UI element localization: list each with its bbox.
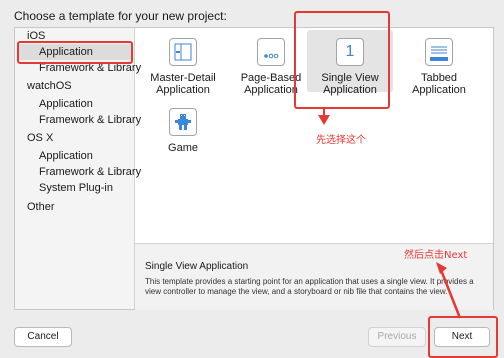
sidebar-item-ios-framework-library[interactable]: Framework & Library [15, 60, 141, 76]
single-view-icon: 1 [336, 38, 364, 66]
sidebar-item-watchos-framework-library[interactable]: Framework & Library [15, 112, 141, 128]
template-label-line2: Application [323, 84, 377, 96]
template-label-line1: Single View [321, 72, 379, 84]
dialog-heading: Choose a template for your new project: [14, 9, 227, 23]
page-based-icon [257, 38, 285, 66]
sidebar-group-other[interactable]: Other [15, 199, 55, 215]
template-page-based[interactable]: Page-Based Application [231, 38, 311, 96]
platform-sidebar: iOS Application Framework & Library watc… [15, 28, 141, 309]
previous-button[interactable]: Previous [368, 327, 426, 347]
template-game[interactable]: Game [143, 108, 223, 154]
template-label-line2: Application [244, 84, 298, 96]
single-view-icon-glyph: 1 [345, 43, 355, 60]
master-detail-icon [169, 38, 197, 66]
game-icon [169, 108, 197, 136]
description-title: Single View Application [145, 261, 249, 272]
template-label-line1: Page-Based [240, 72, 302, 84]
sidebar-group-osx: OS X [27, 132, 54, 144]
template-chooser-panel: iOS Application Framework & Library watc… [14, 27, 494, 310]
template-tabbed[interactable]: Tabbed Application [399, 38, 479, 96]
template-label-line1: Master-Detail [150, 72, 216, 84]
cancel-button[interactable]: Cancel [14, 327, 72, 347]
next-button[interactable]: Next [434, 327, 490, 347]
template-single-view[interactable]: 1 Single View Application [310, 38, 390, 96]
sidebar-item-osx-application[interactable]: Application [15, 148, 93, 164]
template-grid: Master-Detail Application Page-Based App… [135, 28, 493, 233]
tabbed-icon [425, 38, 453, 66]
sidebar-item-osx-system-plugin[interactable]: System Plug-in [15, 180, 113, 196]
sidebar-item-osx-framework-library[interactable]: Framework & Library [15, 164, 141, 180]
template-master-detail[interactable]: Master-Detail Application [143, 38, 223, 96]
description-body: This template provides a starting point … [145, 277, 474, 296]
template-label-line1: Game [168, 142, 198, 154]
template-label-line2: Application [412, 84, 466, 96]
sidebar-item-ios-application[interactable]: Application [15, 44, 93, 60]
sidebar-group-watchos: watchOS [27, 80, 72, 92]
sidebar-group-ios: iOS [27, 30, 46, 42]
annotation-step1-text: 先选择这个 [316, 135, 366, 146]
sidebar-item-watchos-application[interactable]: Application [15, 96, 93, 112]
template-label-line2: Application [156, 84, 210, 96]
template-label-line1: Tabbed [420, 72, 458, 84]
annotation-step2-text: 然后点击Next [404, 250, 468, 261]
